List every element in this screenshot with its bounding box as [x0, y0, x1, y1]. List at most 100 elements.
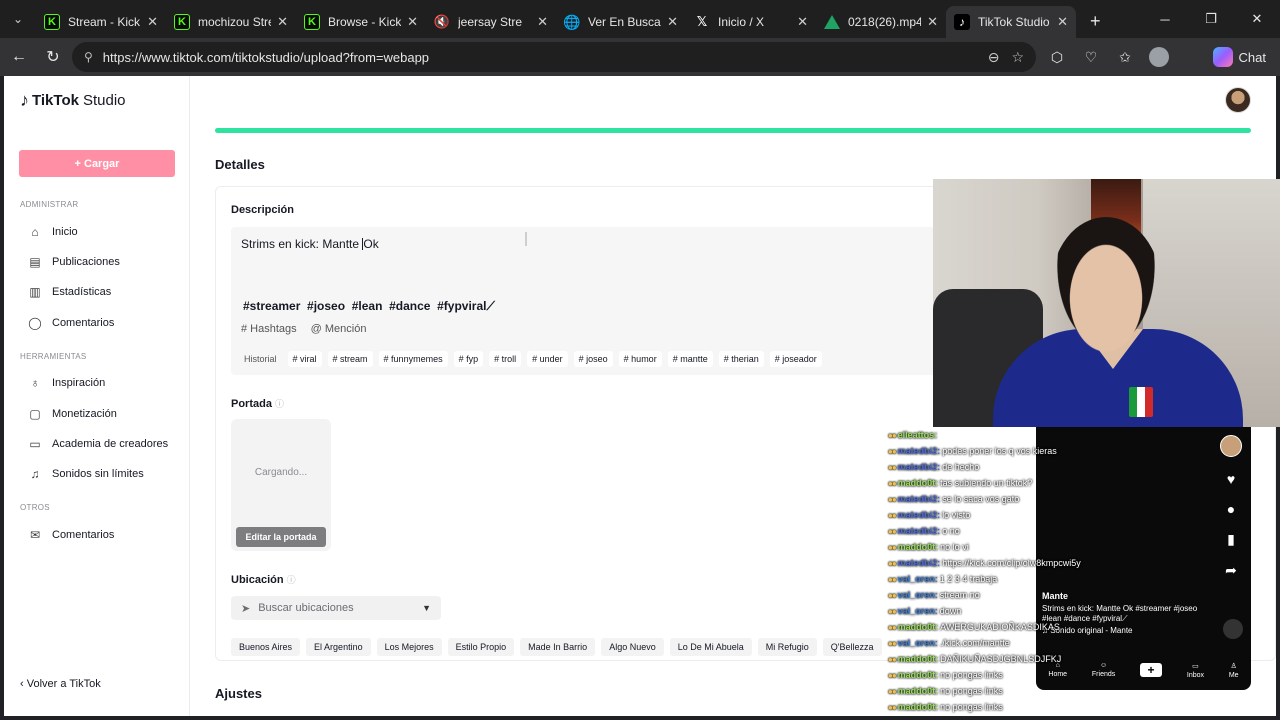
chat-message: ●● maddo0t: no pongas links [888, 668, 1003, 682]
browser-tab[interactable]: K Browse - Kick S ✕ [296, 6, 426, 38]
back-button[interactable]: ← [2, 40, 36, 74]
close-tab-icon[interactable]: ✕ [407, 14, 418, 30]
location-chip[interactable]: Buenos Aires [231, 638, 301, 656]
location-chip[interactable]: Lo De Mi Abuela [669, 638, 752, 656]
location-chip[interactable]: Q'Bellezza [822, 638, 882, 656]
location-chip[interactable]: Estilo Propio [447, 638, 515, 656]
browser-tab[interactable]: K Stream - Kick D ✕ [36, 6, 166, 38]
minimize-button[interactable]: ─ [1142, 0, 1188, 38]
chat-text: https://kick.com/clip/olw8kmpcwi5y [942, 558, 1081, 568]
chat-badge-icon: ●● [888, 670, 897, 680]
tiktok-studio-logo[interactable]: ♪ TikTok Studio [20, 90, 126, 111]
hashtag-chip[interactable]: # funnymemes [378, 351, 448, 367]
history-chip[interactable]: Historial [239, 351, 282, 367]
sidebar: ♪ TikTok Studio + Cargar ADMINISTRAR ⌂ I… [4, 76, 190, 716]
hashtag-chip[interactable]: # mantte [667, 351, 713, 367]
chat-badge-icon: ●● [888, 446, 897, 456]
browser-tab[interactable]: 0218(26).mp4 - ✕ [816, 6, 946, 38]
favorites-icon[interactable]: ✩ [1108, 38, 1142, 76]
profile-avatar[interactable] [1149, 47, 1169, 67]
favorite-star-icon[interactable]: ☆ [1011, 49, 1024, 66]
site-info-icon[interactable]: ⚲ [84, 50, 93, 64]
mention-button[interactable]: @ Mención [311, 323, 367, 335]
chat-text: o no [942, 526, 960, 536]
description-editor[interactable]: Strims en kick: Mantte Ok #streamer #jos… [231, 227, 951, 375]
sidebar-item-estadisticas[interactable]: ▥ Estadísticas [28, 282, 111, 302]
sidebar-item-label: Comentarios [52, 317, 115, 329]
hashtags-button[interactable]: # Hashtags [241, 323, 297, 335]
sidebar-item-label: Estadísticas [52, 286, 112, 298]
zoom-icon[interactable]: ⊖ [988, 49, 1000, 66]
browser-tab[interactable]: ♪ TikTok Studio ✕ [946, 6, 1076, 38]
hashtag-chip[interactable]: # under [527, 351, 568, 367]
maximize-button[interactable]: ❐ [1188, 0, 1234, 38]
tab-title: jeersay Stre [458, 15, 523, 29]
info-icon[interactable]: ⓘ [275, 399, 284, 409]
back-to-tiktok-link[interactable]: ‹ Volver a TikTok [20, 678, 101, 690]
browser-tab[interactable]: Kmochizou Strea ✕ [166, 6, 296, 38]
close-window-button[interactable]: ✕ [1234, 0, 1280, 38]
browser-tab[interactable]: 𝕏 Inicio / X ✕ [686, 6, 816, 38]
close-tab-icon[interactable]: ✕ [797, 14, 808, 30]
browser-tab[interactable]: 🔇 jeersay Stre ✕ [426, 6, 556, 38]
nav-label: Friends [1091, 671, 1116, 678]
hashtag-chip[interactable]: # troll [489, 351, 522, 367]
settings-heading: Ajustes [215, 686, 262, 701]
sidebar-item-sonidos[interactable]: ♫ Sonidos sin límites [28, 464, 144, 484]
sidebar-item-academia[interactable]: ▭ Academia de creadores [28, 434, 168, 454]
tab-title: Browse - Kick S [328, 15, 402, 29]
location-search-select[interactable]: ➤ Buscar ubicaciones ▼ [231, 596, 441, 620]
hashtag-chip[interactable]: # therian [718, 351, 764, 367]
comment-bubble-icon: ● [1226, 501, 1236, 517]
location-chip[interactable]: Los Mejores [376, 638, 442, 656]
browser-essentials-icon[interactable]: ♡ [1074, 38, 1108, 76]
location-chip[interactable]: Mi Refugio [757, 638, 817, 656]
close-tab-icon[interactable]: ✕ [277, 14, 288, 30]
location-chip[interactable]: Algo Nuevo [601, 638, 664, 656]
sidebar-item-comentarios-feedback[interactable]: ✉ Comentarios [28, 525, 114, 545]
hashtag-chip[interactable]: # viral [287, 351, 322, 367]
hashtag-chip[interactable]: # stream [327, 351, 373, 367]
location-chip[interactable]: El Argentino [306, 638, 371, 656]
upload-button[interactable]: + Cargar [19, 150, 175, 177]
hashtag-chip[interactable]: # humor [618, 351, 662, 367]
address-toolbar: ← ↻ ⚲ https://www.tiktok.com/tiktokstudi… [0, 38, 1280, 76]
details-heading: Detalles [215, 157, 265, 172]
location-chip[interactable]: Made In Barrio [520, 638, 596, 656]
close-tab-icon[interactable]: ✕ [147, 14, 158, 30]
url-bar[interactable]: ⚲ https://www.tiktok.com/tiktokstudio/up… [72, 42, 1036, 72]
tab-actions-menu[interactable]: ⌄ [0, 0, 36, 38]
chat-username: maddo0t: [897, 702, 939, 712]
close-tab-icon[interactable]: ✕ [927, 14, 938, 30]
copilot-chat-button[interactable]: Chat [1212, 45, 1266, 69]
chat-text: lo visto [942, 510, 971, 520]
close-tab-icon[interactable]: ✕ [1057, 14, 1068, 30]
tab-title: Stream - Kick D [68, 15, 141, 29]
sidebar-item-publicaciones[interactable]: ▤ Publicaciones [28, 252, 120, 272]
extensions-icon[interactable]: ⬡ [1040, 38, 1074, 76]
hashtag-chip[interactable]: # fyp [453, 351, 484, 367]
info-icon[interactable]: ⓘ [287, 575, 296, 585]
hashtag-chip[interactable]: # joseo [573, 351, 613, 367]
user-avatar[interactable] [1225, 87, 1251, 113]
description-hashtags: #streamer #joseo #lean #dance #fypviral⟋ [243, 299, 495, 313]
browser-tab[interactable]: 🌐 Ver En Busca de ✕ [556, 6, 686, 38]
chat-message: ●● val_oren: 1 2 3 4 trabaja [888, 572, 997, 586]
hashtag-chip[interactable]: # joseador [769, 351, 822, 367]
location-suggestions: Buenos Aires El Argentino Los Mejores Estil… [231, 638, 882, 656]
chat-username: val_oren: [897, 574, 938, 584]
reload-button[interactable]: ↻ [36, 40, 70, 74]
sidebar-item-inspiracion[interactable]: ♁ Inspiración [28, 373, 106, 393]
new-tab-button[interactable]: + [1090, 11, 1101, 32]
close-tab-icon[interactable]: ✕ [667, 14, 678, 30]
cover-loading-text: Cargando... [254, 467, 308, 478]
chat-username: matedbi2: [897, 494, 941, 504]
close-tab-icon[interactable]: ✕ [537, 14, 548, 30]
sidebar-item-comentarios[interactable]: ◯ Comentarios [28, 313, 114, 333]
section-title-herramientas: HERRAMIENTAS [20, 352, 87, 361]
sidebar-item-monetizacion[interactable]: ▢ Monetización [28, 404, 117, 424]
heart-icon: ♥ [1226, 471, 1236, 487]
sidebar-item-inicio[interactable]: ⌂ Inicio [28, 222, 77, 242]
x-icon: 𝕏 [696, 14, 708, 29]
edit-cover-button[interactable]: Editar la portada [236, 527, 326, 547]
